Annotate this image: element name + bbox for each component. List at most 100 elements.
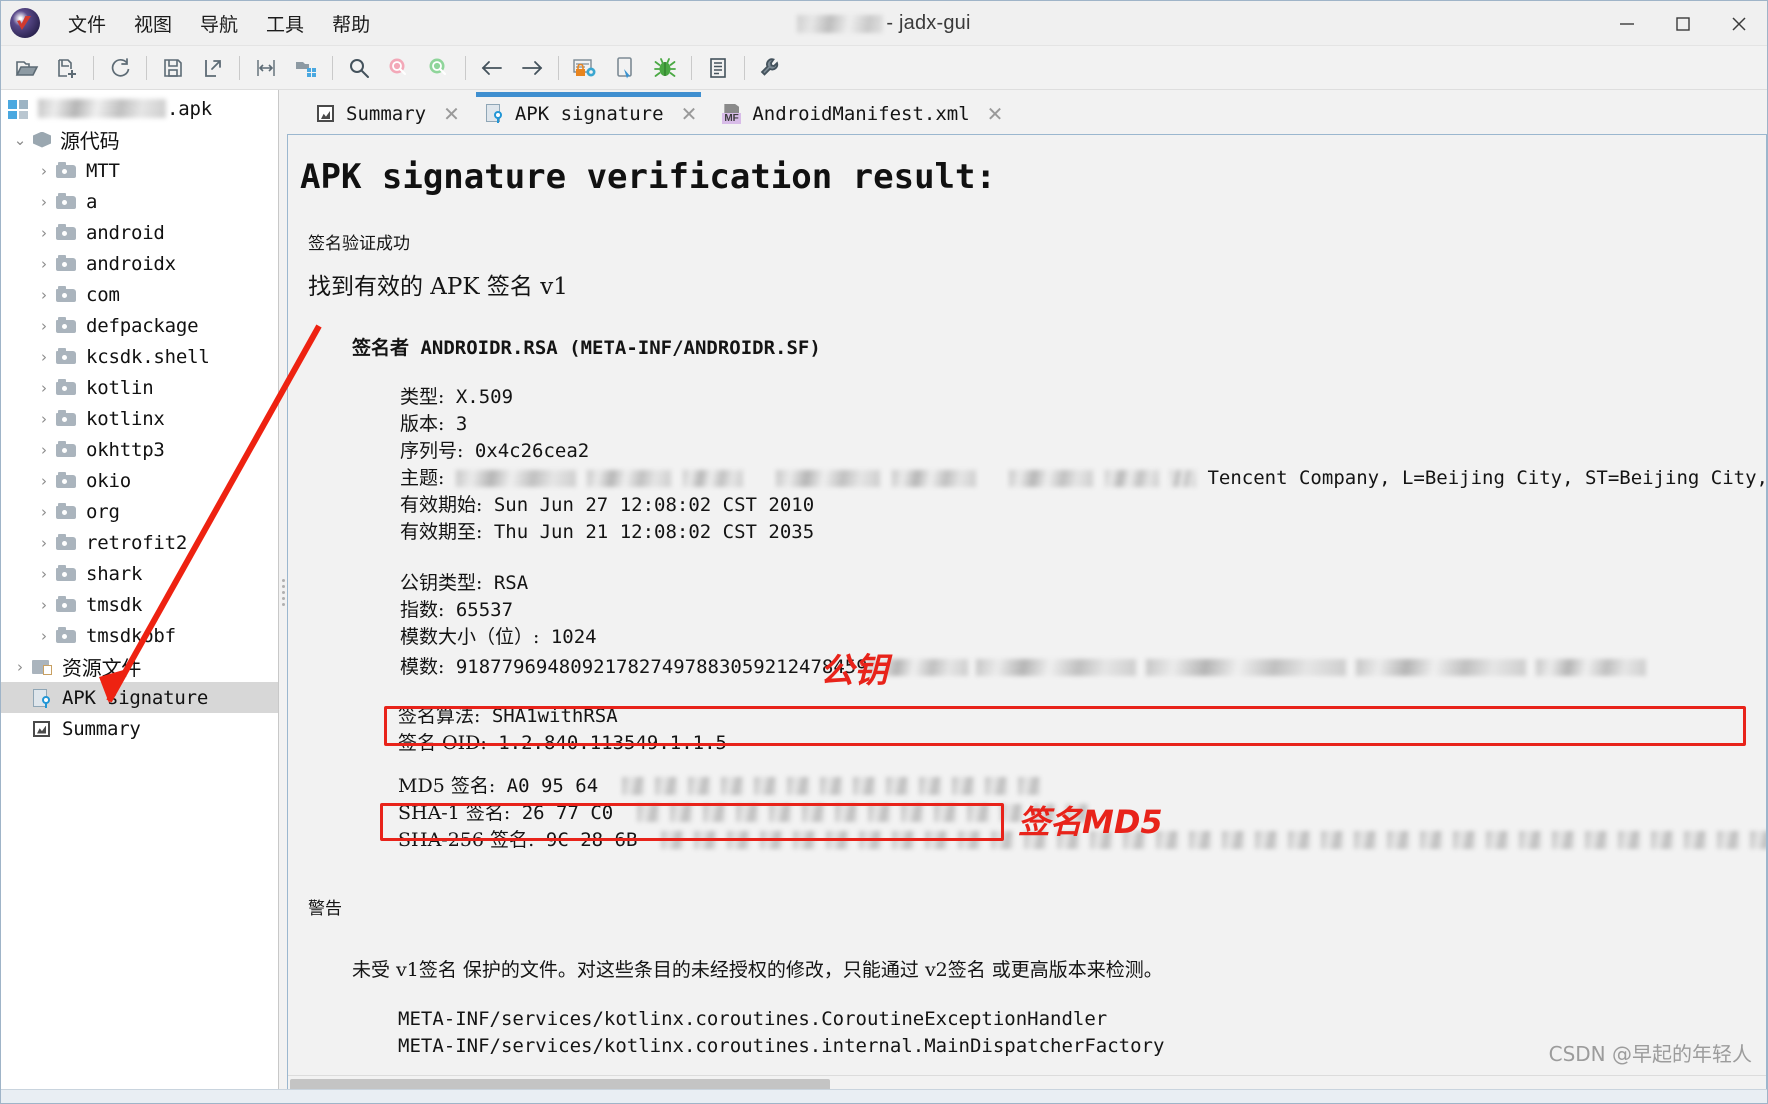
- tree-root-apk[interactable]: .apk: [1, 93, 278, 124]
- minimize-button[interactable]: [1599, 1, 1655, 46]
- modulus-redacted-5: [1535, 659, 1646, 676]
- sidebar-item-summary[interactable]: Summary: [1, 713, 278, 744]
- tab-close-icon[interactable]: ✕: [443, 102, 460, 127]
- search-icon[interactable]: [341, 50, 377, 86]
- chevron-right-icon[interactable]: ›: [33, 565, 55, 583]
- menu-tools[interactable]: 工具: [252, 6, 318, 41]
- open-file-icon[interactable]: [9, 50, 45, 86]
- sidebar-item-com[interactable]: › com: [1, 279, 278, 310]
- sidebar-item-androidx[interactable]: › androidx: [1, 248, 278, 279]
- back-arrow-icon[interactable]: [474, 50, 510, 86]
- subject-redacted-2: [587, 470, 672, 487]
- signature-document-container[interactable]: APK signature verification result: 签名验证成…: [287, 134, 1767, 1094]
- search-class-icon[interactable]: [381, 50, 417, 86]
- close-button[interactable]: [1711, 1, 1767, 46]
- sidebar-item-okhttp3[interactable]: › okhttp3: [1, 434, 278, 465]
- chevron-right-icon[interactable]: ›: [33, 596, 55, 614]
- sidebar-item-label: a: [86, 190, 98, 213]
- menu-view[interactable]: 视图: [120, 6, 186, 41]
- panel-splitter[interactable]: [279, 90, 287, 1094]
- chevron-right-icon[interactable]: ›: [33, 286, 55, 304]
- chevron-right-icon[interactable]: ›: [33, 534, 55, 552]
- exponent-label: 指数:: [400, 599, 445, 621]
- debug-icon[interactable]: [647, 50, 683, 86]
- sidebar-item-okio[interactable]: › okio: [1, 465, 278, 496]
- sidebar-item-tmsdk[interactable]: › tmsdk: [1, 589, 278, 620]
- title-bar: 文件 视图 导航 工具 帮助 - jadx-gui: [1, 1, 1767, 46]
- menu-navigate[interactable]: 导航: [186, 6, 252, 41]
- search-comment-icon[interactable]: [421, 50, 457, 86]
- add-files-icon[interactable]: [49, 50, 85, 86]
- sidebar-item-label: android: [86, 221, 165, 244]
- export-gradle-icon[interactable]: [195, 50, 231, 86]
- tab-label: AndroidManifest.xml: [752, 103, 970, 125]
- sidebar-item-label: defpackage: [86, 314, 199, 337]
- verification-status: 签名验证成功: [308, 234, 410, 254]
- signature-icon: [484, 103, 506, 125]
- chevron-right-icon[interactable]: ›: [33, 317, 55, 335]
- preferences-icon[interactable]: [753, 50, 789, 86]
- sidebar-item-source-code[interactable]: ⌄ 源代码: [1, 124, 278, 155]
- toolbar-separator: [332, 55, 333, 80]
- project-tree-panel[interactable]: .apk ⌄ 源代码 › MTT › a › android › android…: [1, 90, 279, 1094]
- chevron-right-icon[interactable]: ›: [33, 379, 55, 397]
- sidebar-item-label: APK signature: [62, 686, 209, 709]
- sidebar-item-kotlin[interactable]: › kotlin: [1, 372, 278, 403]
- logs-icon[interactable]: [700, 50, 736, 86]
- chevron-right-icon[interactable]: ›: [33, 348, 55, 366]
- chevron-down-icon[interactable]: ⌄: [9, 131, 31, 149]
- menu-file[interactable]: 文件: [54, 6, 120, 41]
- sidebar-item-a[interactable]: › a: [1, 186, 278, 217]
- maximize-button[interactable]: [1655, 1, 1711, 46]
- subject-redacted-1: [455, 470, 576, 487]
- sidebar-item-tmsdkobf[interactable]: › tmsdkobf: [1, 620, 278, 651]
- chevron-right-icon[interactable]: ›: [9, 658, 31, 676]
- chevron-right-icon[interactable]: ›: [33, 193, 55, 211]
- sidebar-item-android[interactable]: › android: [1, 217, 278, 248]
- chevron-right-icon[interactable]: ›: [33, 472, 55, 490]
- folder-icon: [55, 315, 79, 337]
- sidebar-item-kcsdk-shell[interactable]: › kcsdk.shell: [1, 341, 278, 372]
- editor-tab-strip: Summary ✕ APK signature ✕ AndroidManifes…: [287, 90, 1767, 134]
- sidebar-item-retrofit2[interactable]: › retrofit2: [1, 527, 278, 558]
- annotation-public-key: 公钥: [820, 651, 888, 691]
- flat-packages-icon[interactable]: [288, 50, 324, 86]
- chevron-right-icon[interactable]: ›: [33, 255, 55, 273]
- chevron-right-icon[interactable]: ›: [33, 162, 55, 180]
- jadx-gui-window: 文件 视图 导航 工具 帮助 - jadx-gui .apk ⌄ 源代码 › M…: [0, 0, 1768, 1104]
- tab-androidmanifest[interactable]: AndroidManifest.xml ✕: [707, 94, 1013, 134]
- tab-close-icon[interactable]: ✕: [681, 102, 698, 127]
- app-logo-icon: [10, 8, 40, 38]
- cert-valid-from-value: Sun Jun 27 12:08:02 CST 2010: [493, 494, 815, 516]
- cert-serial-label: 序列号:: [400, 440, 464, 462]
- reload-icon[interactable]: [102, 50, 138, 86]
- sidebar-item-kotlinx[interactable]: › kotlinx: [1, 403, 278, 434]
- tab-close-icon[interactable]: ✕: [987, 102, 1004, 127]
- md5-label: MD5 签名:: [398, 775, 496, 797]
- sidebar-item-shark[interactable]: › shark: [1, 558, 278, 589]
- sync-icon[interactable]: [248, 50, 284, 86]
- apk-name-redacted: [38, 99, 166, 118]
- menu-help[interactable]: 帮助: [318, 6, 384, 41]
- chevron-right-icon[interactable]: ›: [33, 441, 55, 459]
- tab-summary[interactable]: Summary ✕: [301, 94, 470, 134]
- sidebar-item-mtt[interactable]: › MTT: [1, 155, 278, 186]
- sha256-value: 9C 28 6B: [545, 829, 638, 851]
- sidebar-item-org[interactable]: › org: [1, 496, 278, 527]
- sidebar-item-resources[interactable]: › 资源文件: [1, 651, 278, 682]
- sidebar-item-defpackage[interactable]: › defpackage: [1, 310, 278, 341]
- chevron-right-icon[interactable]: ›: [33, 503, 55, 521]
- pubkey-type-label: 公钥类型:: [400, 572, 483, 594]
- chevron-right-icon[interactable]: ›: [33, 410, 55, 428]
- save-all-icon[interactable]: [155, 50, 191, 86]
- deobfuscation-icon[interactable]: [567, 50, 603, 86]
- subject-redacted-7: [1104, 470, 1159, 487]
- sidebar-item-apk-signature[interactable]: APK signature: [1, 682, 278, 713]
- quark-icon[interactable]: [607, 50, 643, 86]
- signature-document: APK signature verification result: 签名验证成…: [288, 135, 1766, 1093]
- chevron-right-icon[interactable]: ›: [33, 224, 55, 242]
- forward-arrow-icon[interactable]: [514, 50, 550, 86]
- modulus-size-row: 模数大小（位）: 1024: [400, 624, 1766, 651]
- tab-apk-signature[interactable]: APK signature ✕: [470, 92, 707, 134]
- chevron-right-icon[interactable]: ›: [33, 627, 55, 645]
